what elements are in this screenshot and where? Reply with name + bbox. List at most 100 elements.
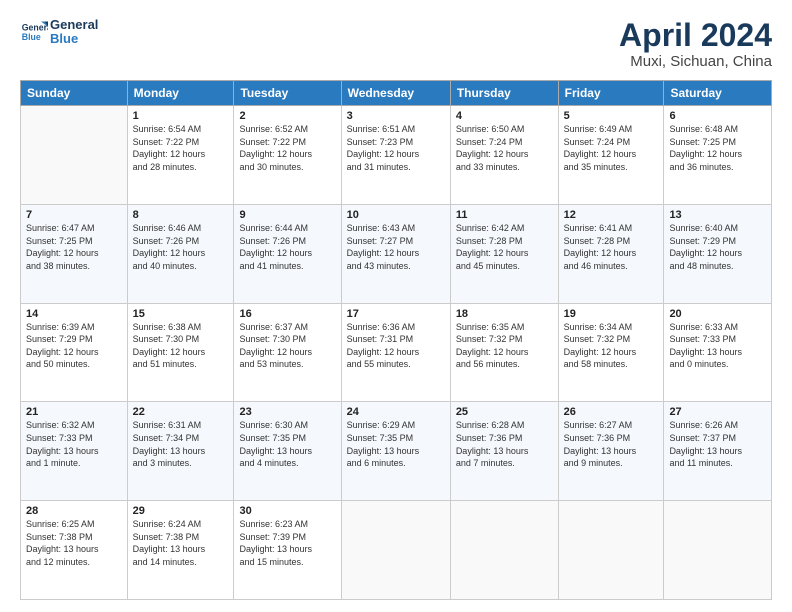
calendar-week-2: 7Sunrise: 6:47 AM Sunset: 7:25 PM Daylig… — [21, 204, 772, 303]
day-number: 22 — [133, 406, 229, 418]
calendar-cell: 16Sunrise: 6:37 AM Sunset: 7:30 PM Dayli… — [234, 303, 341, 402]
calendar-cell: 30Sunrise: 6:23 AM Sunset: 7:39 PM Dayli… — [234, 501, 341, 600]
logo-general: General — [50, 18, 98, 32]
page: General Blue General Blue April 2024 Mux… — [0, 0, 792, 612]
calendar-week-1: 1Sunrise: 6:54 AM Sunset: 7:22 PM Daylig… — [21, 106, 772, 205]
day-number: 12 — [564, 209, 659, 221]
calendar-cell: 15Sunrise: 6:38 AM Sunset: 7:30 PM Dayli… — [127, 303, 234, 402]
calendar-cell: 14Sunrise: 6:39 AM Sunset: 7:29 PM Dayli… — [21, 303, 128, 402]
day-info: Sunrise: 6:31 AM Sunset: 7:34 PM Dayligh… — [133, 419, 229, 469]
logo-blue: Blue — [50, 32, 98, 46]
day-info: Sunrise: 6:30 AM Sunset: 7:35 PM Dayligh… — [239, 419, 335, 469]
day-info: Sunrise: 6:48 AM Sunset: 7:25 PM Dayligh… — [669, 123, 766, 173]
day-number: 16 — [239, 308, 335, 320]
svg-text:Blue: Blue — [22, 32, 41, 42]
day-info: Sunrise: 6:49 AM Sunset: 7:24 PM Dayligh… — [564, 123, 659, 173]
calendar-cell: 1Sunrise: 6:54 AM Sunset: 7:22 PM Daylig… — [127, 106, 234, 205]
weekday-header-sunday: Sunday — [21, 81, 128, 106]
day-number: 5 — [564, 110, 659, 122]
calendar-cell: 5Sunrise: 6:49 AM Sunset: 7:24 PM Daylig… — [558, 106, 664, 205]
calendar-cell: 17Sunrise: 6:36 AM Sunset: 7:31 PM Dayli… — [341, 303, 450, 402]
calendar: SundayMondayTuesdayWednesdayThursdayFrid… — [20, 80, 772, 600]
calendar-cell — [341, 501, 450, 600]
day-info: Sunrise: 6:29 AM Sunset: 7:35 PM Dayligh… — [347, 419, 445, 469]
calendar-cell: 2Sunrise: 6:52 AM Sunset: 7:22 PM Daylig… — [234, 106, 341, 205]
calendar-cell — [450, 501, 558, 600]
logo: General Blue General Blue — [20, 18, 98, 47]
day-number: 7 — [26, 209, 122, 221]
day-info: Sunrise: 6:38 AM Sunset: 7:30 PM Dayligh… — [133, 321, 229, 371]
day-info: Sunrise: 6:37 AM Sunset: 7:30 PM Dayligh… — [239, 321, 335, 371]
day-info: Sunrise: 6:52 AM Sunset: 7:22 PM Dayligh… — [239, 123, 335, 173]
day-number: 4 — [456, 110, 553, 122]
day-number: 2 — [239, 110, 335, 122]
calendar-cell: 3Sunrise: 6:51 AM Sunset: 7:23 PM Daylig… — [341, 106, 450, 205]
weekday-header-friday: Friday — [558, 81, 664, 106]
calendar-cell: 6Sunrise: 6:48 AM Sunset: 7:25 PM Daylig… — [664, 106, 772, 205]
day-number: 25 — [456, 406, 553, 418]
calendar-cell: 19Sunrise: 6:34 AM Sunset: 7:32 PM Dayli… — [558, 303, 664, 402]
weekday-row: SundayMondayTuesdayWednesdayThursdayFrid… — [21, 81, 772, 106]
day-number: 3 — [347, 110, 445, 122]
day-info: Sunrise: 6:24 AM Sunset: 7:38 PM Dayligh… — [133, 518, 229, 568]
calendar-cell: 12Sunrise: 6:41 AM Sunset: 7:28 PM Dayli… — [558, 204, 664, 303]
calendar-cell: 29Sunrise: 6:24 AM Sunset: 7:38 PM Dayli… — [127, 501, 234, 600]
day-info: Sunrise: 6:39 AM Sunset: 7:29 PM Dayligh… — [26, 321, 122, 371]
day-info: Sunrise: 6:32 AM Sunset: 7:33 PM Dayligh… — [26, 419, 122, 469]
day-info: Sunrise: 6:36 AM Sunset: 7:31 PM Dayligh… — [347, 321, 445, 371]
calendar-body: 1Sunrise: 6:54 AM Sunset: 7:22 PM Daylig… — [21, 106, 772, 600]
day-number: 28 — [26, 505, 122, 517]
calendar-cell: 4Sunrise: 6:50 AM Sunset: 7:24 PM Daylig… — [450, 106, 558, 205]
day-number: 17 — [347, 308, 445, 320]
day-number: 19 — [564, 308, 659, 320]
calendar-cell: 13Sunrise: 6:40 AM Sunset: 7:29 PM Dayli… — [664, 204, 772, 303]
page-subtitle: Muxi, Sichuan, China — [619, 53, 772, 70]
day-info: Sunrise: 6:23 AM Sunset: 7:39 PM Dayligh… — [239, 518, 335, 568]
weekday-header-monday: Monday — [127, 81, 234, 106]
day-info: Sunrise: 6:35 AM Sunset: 7:32 PM Dayligh… — [456, 321, 553, 371]
day-info: Sunrise: 6:25 AM Sunset: 7:38 PM Dayligh… — [26, 518, 122, 568]
calendar-cell: 7Sunrise: 6:47 AM Sunset: 7:25 PM Daylig… — [21, 204, 128, 303]
weekday-header-thursday: Thursday — [450, 81, 558, 106]
weekday-header-wednesday: Wednesday — [341, 81, 450, 106]
day-info: Sunrise: 6:42 AM Sunset: 7:28 PM Dayligh… — [456, 222, 553, 272]
weekday-header-tuesday: Tuesday — [234, 81, 341, 106]
calendar-week-3: 14Sunrise: 6:39 AM Sunset: 7:29 PM Dayli… — [21, 303, 772, 402]
day-info: Sunrise: 6:54 AM Sunset: 7:22 PM Dayligh… — [133, 123, 229, 173]
calendar-cell — [664, 501, 772, 600]
day-number: 1 — [133, 110, 229, 122]
calendar-week-5: 28Sunrise: 6:25 AM Sunset: 7:38 PM Dayli… — [21, 501, 772, 600]
calendar-cell: 10Sunrise: 6:43 AM Sunset: 7:27 PM Dayli… — [341, 204, 450, 303]
day-info: Sunrise: 6:27 AM Sunset: 7:36 PM Dayligh… — [564, 419, 659, 469]
calendar-cell: 25Sunrise: 6:28 AM Sunset: 7:36 PM Dayli… — [450, 402, 558, 501]
day-info: Sunrise: 6:46 AM Sunset: 7:26 PM Dayligh… — [133, 222, 229, 272]
day-info: Sunrise: 6:26 AM Sunset: 7:37 PM Dayligh… — [669, 419, 766, 469]
day-info: Sunrise: 6:47 AM Sunset: 7:25 PM Dayligh… — [26, 222, 122, 272]
calendar-cell — [558, 501, 664, 600]
day-number: 24 — [347, 406, 445, 418]
day-number: 27 — [669, 406, 766, 418]
day-number: 23 — [239, 406, 335, 418]
day-info: Sunrise: 6:43 AM Sunset: 7:27 PM Dayligh… — [347, 222, 445, 272]
day-info: Sunrise: 6:51 AM Sunset: 7:23 PM Dayligh… — [347, 123, 445, 173]
calendar-cell: 23Sunrise: 6:30 AM Sunset: 7:35 PM Dayli… — [234, 402, 341, 501]
day-number: 8 — [133, 209, 229, 221]
day-number: 14 — [26, 308, 122, 320]
calendar-cell: 8Sunrise: 6:46 AM Sunset: 7:26 PM Daylig… — [127, 204, 234, 303]
calendar-cell: 26Sunrise: 6:27 AM Sunset: 7:36 PM Dayli… — [558, 402, 664, 501]
calendar-cell: 9Sunrise: 6:44 AM Sunset: 7:26 PM Daylig… — [234, 204, 341, 303]
logo-icon: General Blue — [20, 18, 48, 46]
day-info: Sunrise: 6:41 AM Sunset: 7:28 PM Dayligh… — [564, 222, 659, 272]
calendar-cell: 22Sunrise: 6:31 AM Sunset: 7:34 PM Dayli… — [127, 402, 234, 501]
day-number: 21 — [26, 406, 122, 418]
day-info: Sunrise: 6:50 AM Sunset: 7:24 PM Dayligh… — [456, 123, 553, 173]
calendar-cell: 20Sunrise: 6:33 AM Sunset: 7:33 PM Dayli… — [664, 303, 772, 402]
header: General Blue General Blue April 2024 Mux… — [20, 18, 772, 70]
weekday-header-saturday: Saturday — [664, 81, 772, 106]
day-info: Sunrise: 6:40 AM Sunset: 7:29 PM Dayligh… — [669, 222, 766, 272]
day-info: Sunrise: 6:44 AM Sunset: 7:26 PM Dayligh… — [239, 222, 335, 272]
calendar-week-4: 21Sunrise: 6:32 AM Sunset: 7:33 PM Dayli… — [21, 402, 772, 501]
calendar-cell — [21, 106, 128, 205]
day-number: 29 — [133, 505, 229, 517]
day-number: 18 — [456, 308, 553, 320]
